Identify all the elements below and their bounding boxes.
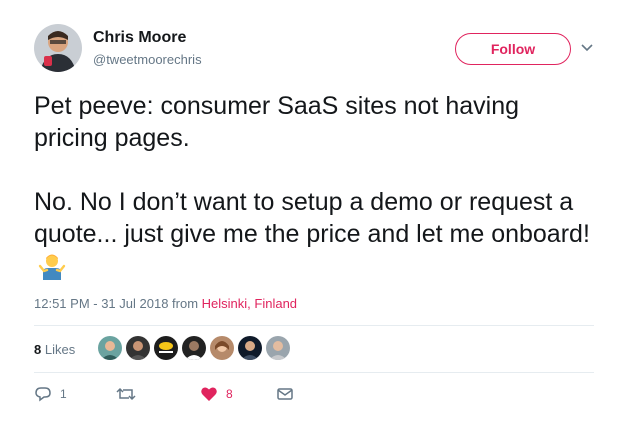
liker-avatar[interactable] (266, 336, 290, 360)
liker-avatar[interactable] (126, 336, 150, 360)
likes-label: Likes (44, 342, 76, 357)
liker-avatar[interactable] (238, 336, 262, 360)
reply-count: 1 (60, 387, 67, 401)
direct-message-button[interactable] (276, 385, 294, 403)
liker-avatar[interactable] (182, 336, 206, 360)
retweet-button[interactable] (116, 385, 136, 403)
man-shrugging-icon (38, 252, 66, 288)
tweet-paragraph-2: No. No I don’t want to setup a demo or r… (34, 188, 590, 248)
author-name[interactable]: Chris Moore (93, 29, 186, 47)
envelope-icon (277, 388, 293, 400)
reply-button[interactable]: 1 (34, 385, 67, 403)
chevron-down-icon[interactable] (580, 40, 594, 54)
tweet-text: Pet peeve: consumer SaaS sites not havin… (34, 90, 594, 288)
likes-number: 8 (34, 342, 42, 357)
liker-avatar[interactable] (154, 336, 178, 360)
tweet-actions: 1 8 (34, 385, 594, 405)
likes-count[interactable]: 8 Likes (34, 342, 75, 357)
author-avatar[interactable] (34, 24, 82, 72)
likers-avatars (98, 336, 290, 360)
timestamp[interactable]: 12:51 PM - 31 Jul 2018 from (34, 296, 198, 311)
liker-avatar[interactable] (210, 336, 234, 360)
location-link[interactable]: Helsinki, Finland (202, 296, 297, 311)
reply-icon (35, 387, 51, 402)
liker-avatar[interactable] (98, 336, 122, 360)
tweet-paragraph-1: Pet peeve: consumer SaaS sites not havin… (34, 92, 520, 152)
divider (34, 372, 594, 373)
tweet-meta: 12:51 PM - 31 Jul 2018 from Helsinki, Fi… (34, 296, 297, 311)
heart-icon (201, 387, 217, 401)
follow-button[interactable]: Follow (455, 33, 571, 65)
like-button[interactable]: 8 (200, 385, 233, 403)
retweet-icon (116, 387, 136, 401)
author-handle[interactable]: @tweetmoorechris (93, 52, 202, 67)
divider (34, 325, 594, 326)
like-count: 8 (226, 387, 233, 401)
